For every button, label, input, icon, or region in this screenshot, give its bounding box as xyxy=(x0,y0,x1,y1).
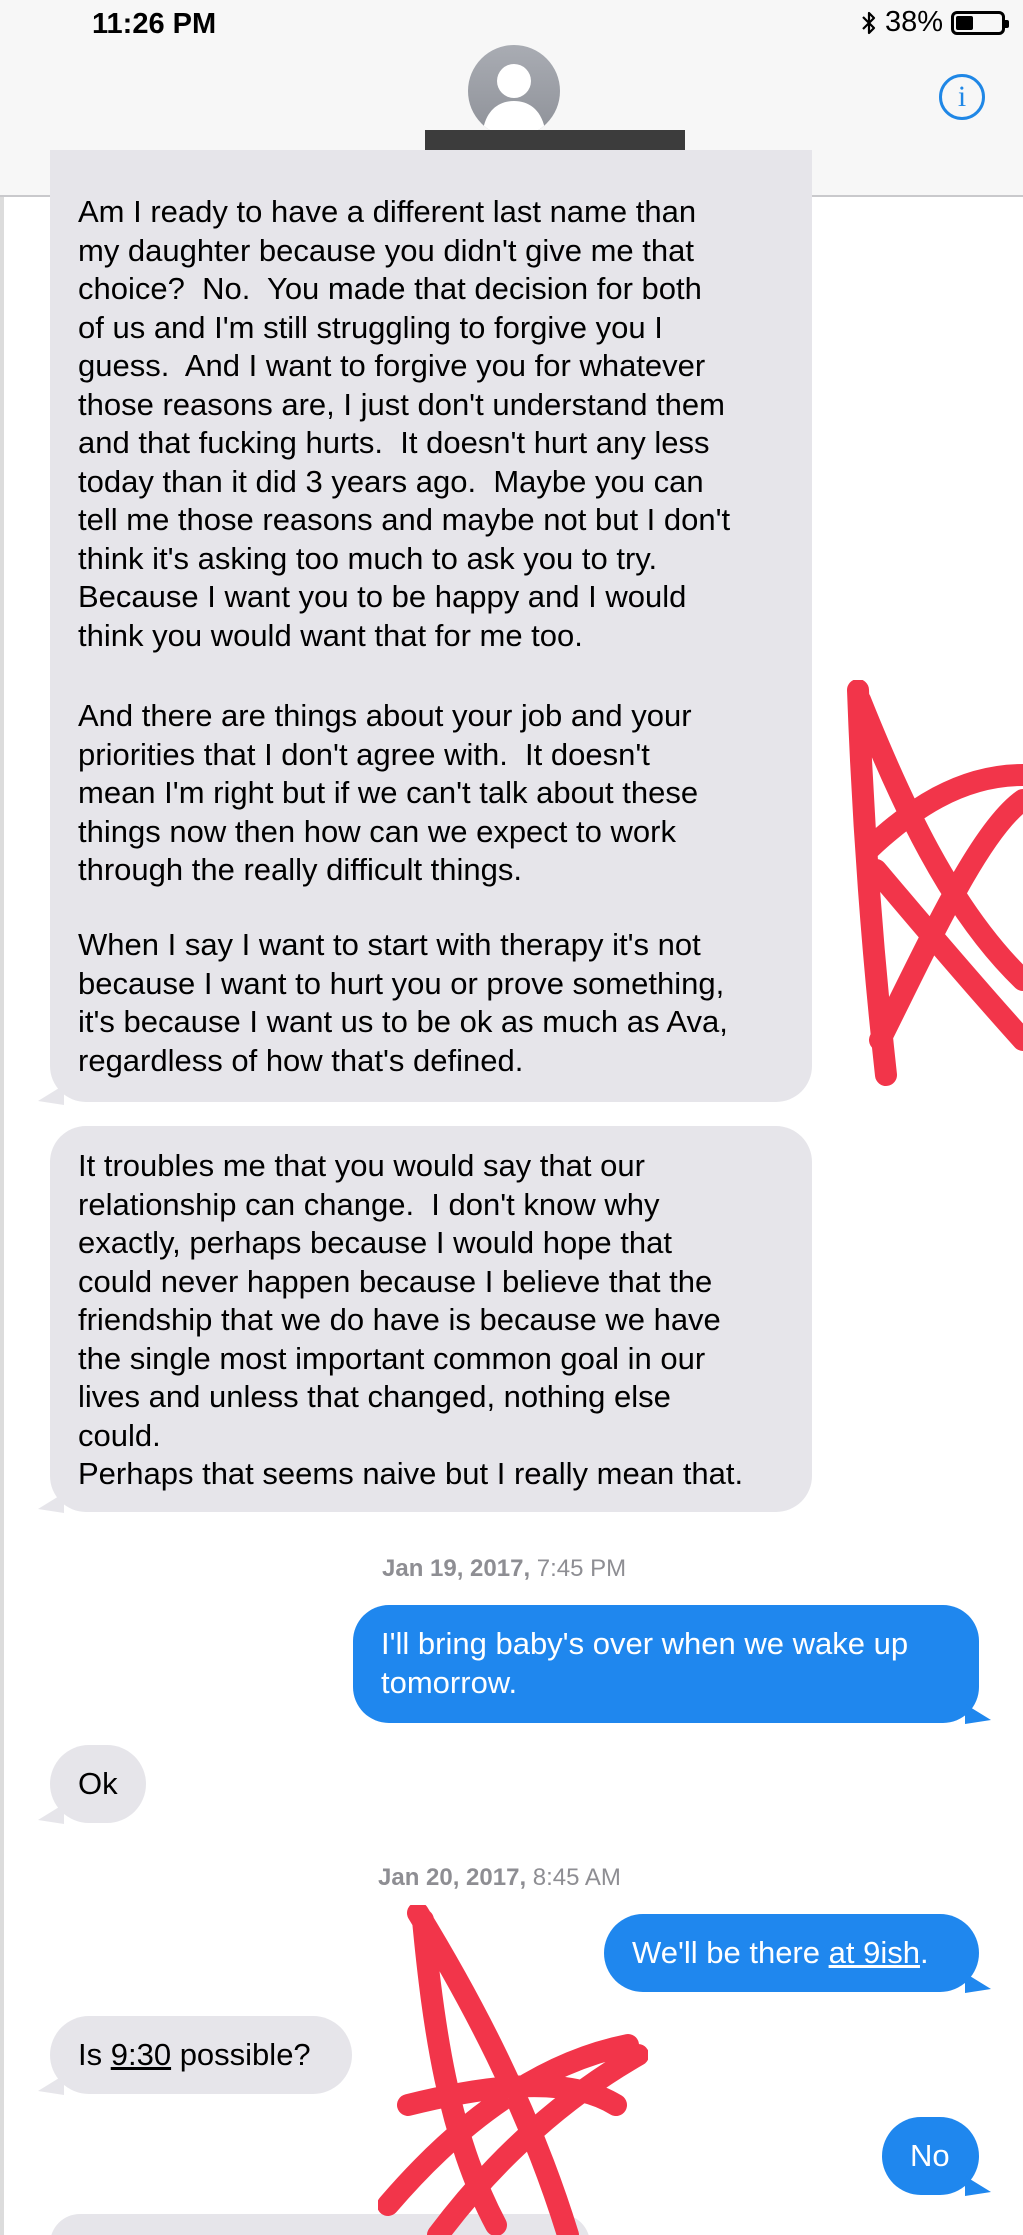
message-text-part: We'll be there xyxy=(632,1935,829,1970)
message-paragraph: Am I ready to have a different last name… xyxy=(78,194,731,653)
received-message-partial[interactable] xyxy=(50,2214,590,2235)
timestamp: Jan 19, 2017, 7:45 PM xyxy=(382,1555,626,1583)
sent-message[interactable]: We'll be there at 9ish. xyxy=(604,1914,979,1992)
message-paragraph: And there are things about your job and … xyxy=(78,698,699,887)
message-text: No xyxy=(910,2138,950,2173)
time-link[interactable]: 9:30 xyxy=(111,2037,171,2072)
message-text-part: . xyxy=(919,1935,929,1970)
timestamp-date: Jan 20, 2017, xyxy=(378,1864,527,1891)
received-message[interactable]: It troubles me that you would say that o… xyxy=(50,1126,812,1512)
bubble-tail xyxy=(38,1085,64,1105)
timestamp-date: Jan 19, 2017, xyxy=(382,1555,531,1582)
message-text: Ok xyxy=(78,1766,118,1801)
battery-icon xyxy=(951,10,1009,35)
bubble-tail xyxy=(965,1704,991,1724)
timestamp-time: 7:45 PM xyxy=(530,1555,627,1582)
person-silhouette-icon xyxy=(482,64,546,137)
bubble-tail xyxy=(38,2075,64,2095)
contact-avatar[interactable] xyxy=(468,45,560,137)
screen-edge xyxy=(0,0,4,2235)
bubble-tail xyxy=(38,1804,64,1824)
bubble-tail xyxy=(38,1493,64,1513)
time-link[interactable]: at 9ish xyxy=(829,1935,920,1970)
status-time: 11:26 PM xyxy=(92,8,217,40)
bubble-tail xyxy=(965,2176,991,2196)
message-text-part: possible? xyxy=(171,2037,311,2072)
timestamp-time: 8:45 AM xyxy=(526,1864,621,1891)
received-message[interactable]: Ok xyxy=(50,1745,146,1823)
timestamp: Jan 20, 2017, 8:45 AM xyxy=(378,1864,621,1892)
message-text: I'll bring baby's over when we wake up t… xyxy=(381,1626,909,1700)
info-button[interactable]: i xyxy=(939,74,985,120)
message-paragraph: When I say I want to start with therapy … xyxy=(78,927,728,1078)
status-indicators: 38% xyxy=(861,6,1009,39)
sent-message[interactable]: I'll bring baby's over when we wake up t… xyxy=(353,1605,979,1723)
imessage-screen: 11:26 PM 38% +1 i Am I ready to have a d… xyxy=(0,0,1023,2235)
message-text-part: Is xyxy=(78,2037,111,2072)
battery-percent: 38% xyxy=(884,6,943,38)
message-text: We'll be there at 9ish. xyxy=(632,1934,929,1973)
bubble-tail xyxy=(965,1973,991,1993)
battery-nub xyxy=(1005,19,1009,28)
battery-level xyxy=(956,15,973,30)
bluetooth-icon xyxy=(862,11,876,34)
received-message[interactable]: Am I ready to have a different last name… xyxy=(50,150,812,1102)
message-text: Is 9:30 possible? xyxy=(78,2036,311,2075)
red-star-scribble xyxy=(847,680,1023,1086)
received-message[interactable]: Is 9:30 possible? xyxy=(50,2016,352,2094)
message-text: It troubles me that you would say that o… xyxy=(78,1148,744,1491)
